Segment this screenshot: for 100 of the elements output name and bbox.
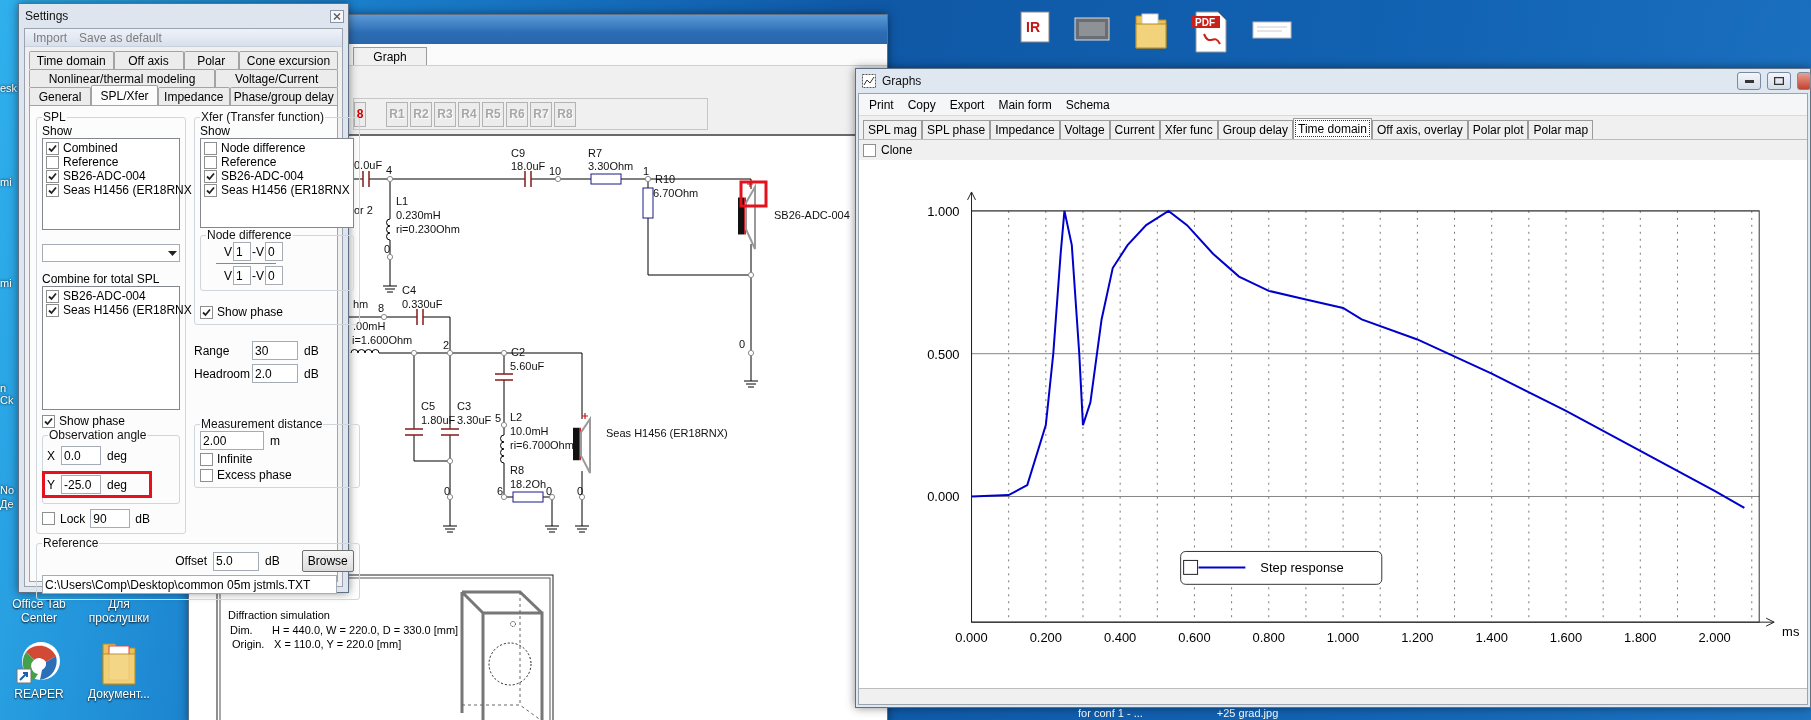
- checkbox[interactable]: [200, 468, 213, 482]
- tool-button[interactable]: 8: [354, 101, 366, 127]
- speaker-symbol: [573, 412, 591, 474]
- tab[interactable]: General: [29, 87, 92, 105]
- icon-label: REAPER: [14, 687, 64, 702]
- field-label: Offset: [175, 554, 208, 568]
- menu-item[interactable]: Schema: [1065, 97, 1110, 112]
- checkbox[interactable]: [204, 169, 217, 183]
- input-field[interactable]: 2.00: [200, 431, 264, 450]
- tab[interactable]: Cone excursion: [238, 51, 338, 69]
- tab[interactable]: Xfer func: [1159, 120, 1218, 139]
- tab[interactable]: Time domain: [1293, 118, 1372, 139]
- tab[interactable]: Current: [1109, 120, 1160, 139]
- component-label: 10.0mH: [510, 425, 549, 437]
- close-icon[interactable]: [330, 9, 344, 23]
- tab[interactable]: Impedance: [990, 120, 1060, 139]
- wire: [346, 316, 418, 318]
- input-field[interactable]: 1: [233, 242, 251, 261]
- checkbox[interactable]: [46, 155, 59, 169]
- checkbox[interactable]: [42, 414, 55, 428]
- close-button[interactable]: [1797, 72, 1811, 90]
- maximize-icon: [1774, 77, 1784, 85]
- tab[interactable]: Polar: [183, 51, 239, 69]
- checkbox[interactable]: [863, 143, 876, 157]
- input-field[interactable]: 0: [265, 266, 283, 285]
- menu-item[interactable]: Print: [869, 97, 894, 112]
- tab[interactable]: Polar plot: [1467, 120, 1529, 139]
- tab[interactable]: Impedance: [158, 87, 230, 105]
- tab[interactable]: SPL phase: [921, 120, 991, 139]
- checkbox[interactable]: [204, 141, 217, 155]
- folder-icon[interactable]: [1134, 10, 1168, 50]
- path-field[interactable]: C:\Users\Comp\Desktop\common 05m jstmls.TXT: [42, 575, 337, 594]
- node-terminal: [554, 175, 562, 183]
- component-label: C5: [421, 400, 436, 412]
- checkbox[interactable]: [200, 305, 213, 319]
- tab[interactable]: Phase/group delay: [229, 87, 338, 105]
- input-field[interactable]: 2.0: [252, 364, 298, 383]
- checkbox[interactable]: [204, 183, 217, 197]
- checkbox[interactable]: [204, 155, 217, 169]
- icon-label: Ck: [0, 394, 14, 406]
- checkbox[interactable]: [42, 512, 55, 525]
- component-label: 18.2Oh: [510, 478, 547, 490]
- component-label: 0: [444, 485, 451, 497]
- checkbox[interactable]: [46, 303, 59, 317]
- node-terminal: [386, 253, 394, 261]
- input-field[interactable]: -25.0: [61, 475, 101, 494]
- tab[interactable]: SPL/Xfer: [91, 85, 159, 105]
- checkbox[interactable]: [46, 169, 59, 183]
- tab[interactable]: SPL mag: [863, 120, 922, 139]
- checkbox-label: SB26-ADC-004: [221, 169, 304, 183]
- tab[interactable]: Off axis, overlay: [1371, 120, 1468, 139]
- axis-label: Y: [47, 477, 55, 492]
- legend-label: Step response: [1260, 560, 1344, 576]
- graph-tab[interactable]: Graph: [353, 47, 427, 65]
- node-label: V: [224, 268, 232, 283]
- wire: [581, 470, 583, 527]
- checkbox[interactable]: [46, 141, 59, 155]
- tab[interactable]: Off axis: [113, 51, 184, 69]
- legend-marker: [1183, 559, 1199, 575]
- tab[interactable]: Voltage: [1059, 120, 1110, 139]
- checkbox-label: Node difference: [221, 141, 306, 155]
- menu-item[interactable]: Copy: [907, 97, 936, 112]
- input-field[interactable]: 30: [252, 341, 298, 360]
- reaper-icon[interactable]: [16, 639, 62, 686]
- menu-item[interactable]: Export: [949, 97, 985, 112]
- tab[interactable]: Group delay: [1217, 120, 1294, 139]
- checkbox[interactable]: [46, 289, 59, 303]
- tab[interactable]: Nonlinear/thermal modeling: [29, 69, 216, 87]
- checkbox-label: Infinite: [217, 452, 253, 466]
- dropdown-field[interactable]: [42, 244, 180, 262]
- minimize-button[interactable]: [1737, 72, 1761, 90]
- unit-label: deg: [107, 477, 128, 492]
- input-field[interactable]: 0: [265, 242, 283, 261]
- input-field[interactable]: 5.0: [213, 551, 260, 571]
- ir-icon[interactable]: IR: [1020, 10, 1050, 44]
- maximize-button[interactable]: [1767, 72, 1791, 90]
- tab[interactable]: Time domain: [29, 51, 114, 69]
- node-label: V: [224, 244, 232, 259]
- capacitor-symbol: [404, 428, 424, 436]
- node-terminal: [380, 313, 388, 321]
- node-terminal: [578, 493, 586, 501]
- input-field[interactable]: 0.0: [61, 446, 101, 465]
- tab[interactable]: Voltage/Current: [215, 69, 338, 87]
- checkbox[interactable]: [200, 452, 213, 466]
- capacitor-symbol: [440, 428, 460, 436]
- browse-button[interactable]: Browse: [301, 550, 354, 572]
- input-field[interactable]: 90: [90, 509, 131, 528]
- dimension-label: Dim.: [230, 624, 253, 636]
- component-label: 0.330uF: [402, 298, 443, 310]
- menu-item[interactable]: Main form: [998, 97, 1052, 112]
- checkbox[interactable]: [46, 183, 59, 197]
- dimension-value: H = 440.0, W = 220.0, D = 330.0 [mm]: [272, 624, 459, 636]
- tick-label: 0.800: [1252, 630, 1285, 646]
- checkbox-label: Seas H1456 (ER18RNX: [221, 183, 350, 197]
- dimension-value: X = 110.0, Y = 220.0 [mm]: [274, 638, 402, 650]
- group-title: Reference: [42, 536, 100, 550]
- pdf-icon[interactable]: PDF: [1192, 10, 1228, 54]
- input-field[interactable]: 1: [233, 266, 251, 285]
- component-label: hm: [353, 298, 369, 310]
- tab[interactable]: Polar map: [1528, 120, 1594, 139]
